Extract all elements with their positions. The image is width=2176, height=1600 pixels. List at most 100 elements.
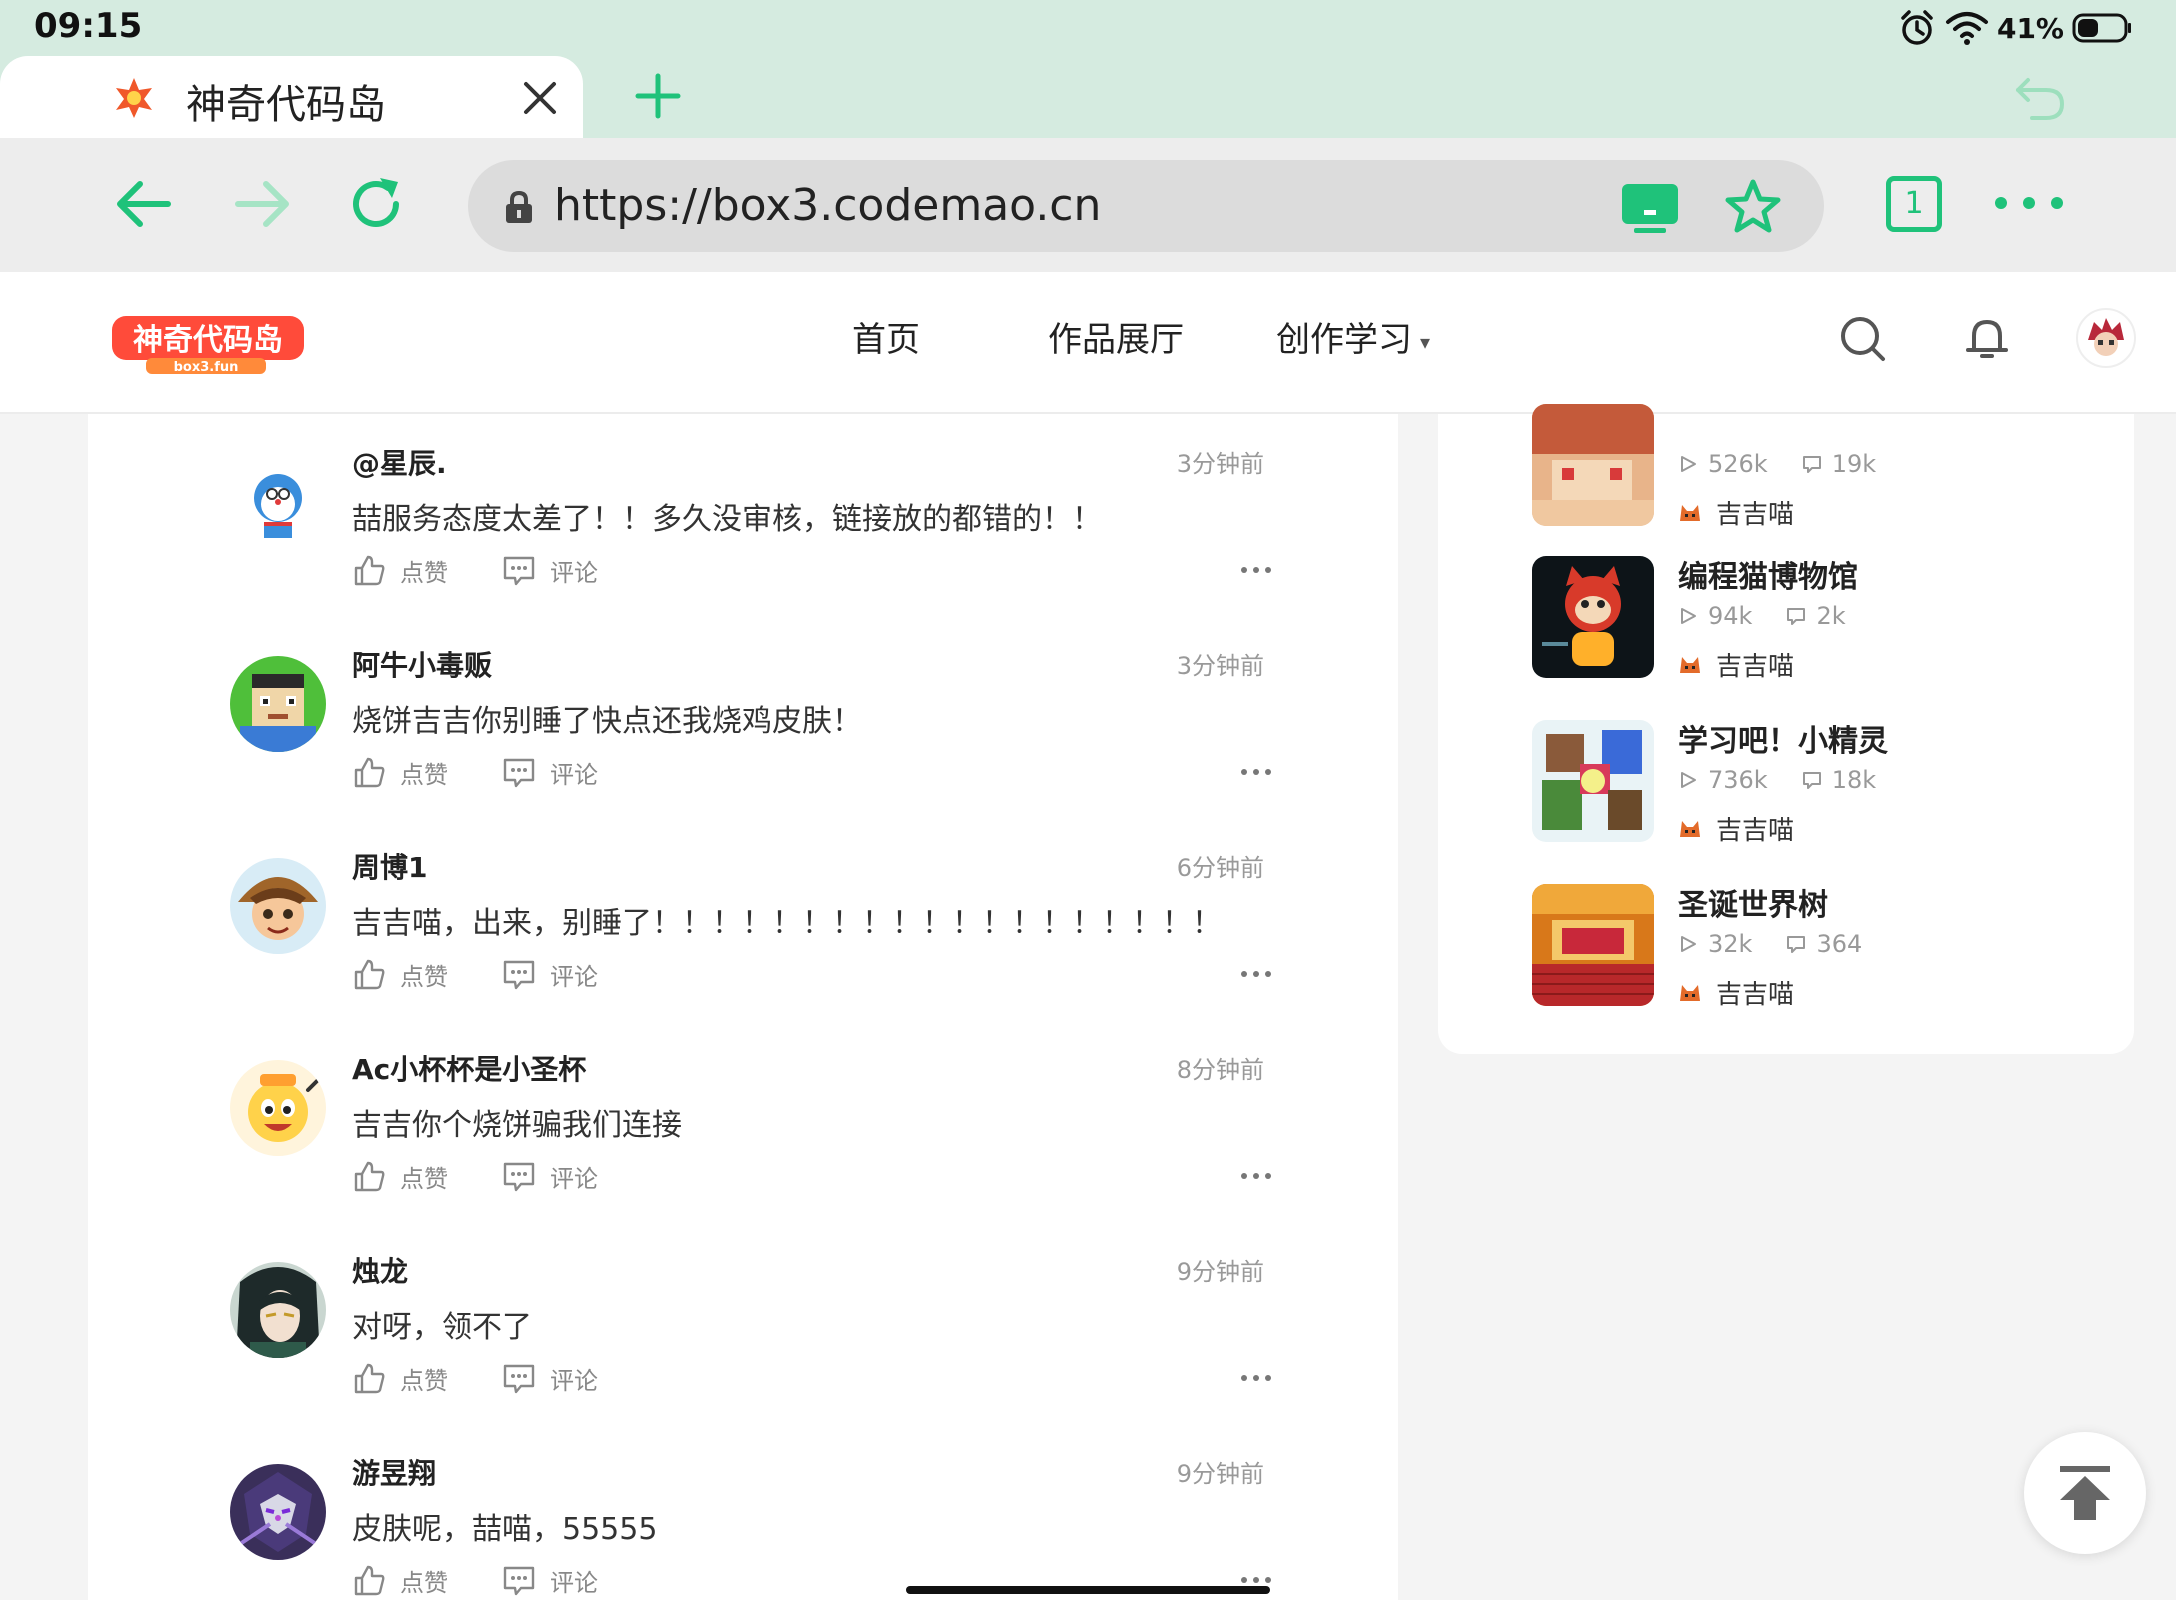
comment-author[interactable]: 烛龙 bbox=[352, 1250, 408, 1290]
nav-home[interactable]: 首页 bbox=[852, 312, 920, 361]
play-icon bbox=[1681, 936, 1696, 952]
reply-label: 评论 bbox=[550, 1568, 598, 1597]
battery-icon bbox=[2072, 13, 2131, 43]
work-title[interactable]: 圣诞世界树 bbox=[1678, 880, 1828, 924]
comment-author[interactable]: 周博1 bbox=[352, 846, 427, 886]
like-label: 点赞 bbox=[400, 962, 448, 991]
author-avatar-icon bbox=[1680, 984, 1700, 1001]
author-avatar-icon bbox=[1680, 656, 1700, 673]
forward-arrow-icon[interactable] bbox=[230, 172, 294, 236]
more-dots-icon[interactable] bbox=[1240, 1172, 1272, 1180]
work-stats: 736k 18k bbox=[1678, 766, 1876, 794]
work-author[interactable]: 吉吉喵 bbox=[1678, 494, 1794, 531]
avatar[interactable] bbox=[230, 656, 326, 752]
reply-button[interactable]: 评论 bbox=[502, 1156, 598, 1196]
like-label: 点赞 bbox=[400, 1366, 448, 1395]
reply-button[interactable]: 评论 bbox=[502, 1560, 598, 1600]
comment-text: 吉吉你个烧饼骗我们连接 bbox=[352, 1108, 682, 1143]
browser-toolbar: https://box3.codemao.cn 1 bbox=[0, 138, 2176, 272]
nav-gallery[interactable]: 作品展厅 bbox=[1048, 312, 1184, 361]
avatar-image bbox=[230, 858, 326, 954]
avatar[interactable] bbox=[230, 454, 326, 550]
nav-learn[interactable]: 创作学习 ▾ bbox=[1276, 312, 1430, 361]
home-indicator[interactable] bbox=[906, 1586, 1270, 1594]
browser-tab[interactable]: 神奇代码岛 bbox=[0, 56, 583, 138]
reply-button[interactable]: 评论 bbox=[502, 752, 598, 792]
more-dots-icon[interactable] bbox=[1240, 1576, 1272, 1584]
comment-actions: 点赞 评论 bbox=[352, 1156, 1272, 1196]
work-title[interactable]: 学习吧！小精灵 bbox=[1678, 716, 1888, 760]
comment-item: 烛龙 9分钟前 对呀，领不了 点赞 评论 bbox=[88, 1222, 1398, 1424]
reply-button[interactable]: 评论 bbox=[502, 550, 598, 590]
comment-count-icon bbox=[1787, 936, 1806, 953]
work-card[interactable]: 圣诞世界树 32k 364 吉吉喵 bbox=[1532, 884, 2092, 1011]
like-button[interactable]: 点赞 bbox=[352, 1156, 448, 1196]
comment-time: 9分钟前 bbox=[1176, 1258, 1264, 1286]
work-card[interactable]: 526k 19k 吉吉喵 bbox=[1532, 404, 2092, 531]
user-avatar-image bbox=[2088, 318, 2124, 356]
more-dots-icon[interactable] bbox=[1240, 970, 1272, 978]
comment-count: 18k bbox=[1831, 766, 1877, 794]
work-stats: 32k 364 bbox=[1678, 930, 1862, 958]
comment-text: 对呀，领不了 bbox=[352, 1310, 532, 1345]
comment-author[interactable]: 游昱翔 bbox=[352, 1452, 436, 1492]
work-author[interactable]: 吉吉喵 bbox=[1678, 810, 1794, 847]
like-button[interactable]: 点赞 bbox=[352, 1560, 448, 1600]
svg-text:神奇代码岛: 神奇代码岛 bbox=[133, 323, 283, 358]
comment-time: 3分钟前 bbox=[1176, 652, 1264, 680]
search-icon[interactable] bbox=[1838, 314, 1888, 364]
like-button[interactable]: 点赞 bbox=[352, 954, 448, 994]
user-avatar[interactable] bbox=[2076, 308, 2136, 368]
comment-item: 周博1 6分钟前 吉吉喵，出来，别睡了！！！！！！！！！！！！！！！！！！！ 点… bbox=[88, 818, 1398, 1020]
more-menu-icon[interactable] bbox=[1992, 190, 2066, 216]
avatar-image bbox=[230, 656, 326, 752]
comment-item: 阿牛小毒贩 3分钟前 烧饼吉吉你别睡了快点还我烧鸡皮肤！ 点赞 评论 bbox=[88, 616, 1398, 818]
comment-time: 3分钟前 bbox=[1176, 450, 1264, 478]
avatar[interactable] bbox=[230, 1464, 326, 1560]
work-card[interactable]: 学习吧！小精灵 736k 18k 吉吉喵 bbox=[1532, 720, 2092, 847]
comment-count-icon bbox=[1802, 772, 1821, 789]
comment-author[interactable]: @星辰. bbox=[352, 442, 447, 482]
work-title[interactable]: 编程猫博物馆 bbox=[1678, 552, 1858, 596]
comment-author[interactable]: 阿牛小毒贩 bbox=[352, 644, 492, 684]
tab-switcher-button[interactable]: 1 bbox=[1886, 176, 1942, 232]
work-author[interactable]: 吉吉喵 bbox=[1678, 646, 1794, 683]
comment-count: 19k bbox=[1831, 450, 1877, 478]
comment-count: 364 bbox=[1816, 930, 1863, 958]
comment-count: 2k bbox=[1816, 602, 1846, 630]
bell-icon[interactable] bbox=[1962, 314, 2012, 364]
like-button[interactable]: 点赞 bbox=[352, 752, 448, 792]
play-count: 94k bbox=[1708, 602, 1753, 630]
comment-author[interactable]: Ac小杯杯是小圣杯 bbox=[352, 1048, 586, 1088]
address-bar[interactable]: https://box3.codemao.cn bbox=[468, 160, 1824, 252]
avatar[interactable] bbox=[230, 858, 326, 954]
new-tab-icon[interactable] bbox=[634, 72, 682, 120]
like-button[interactable]: 点赞 bbox=[352, 1358, 448, 1398]
comment-bubble-icon bbox=[503, 758, 535, 788]
back-arrow-icon[interactable] bbox=[112, 172, 176, 236]
thumbs-up-icon bbox=[354, 1161, 385, 1192]
work-card[interactable]: 编程猫博物馆 94k 2k 吉吉喵 bbox=[1532, 556, 2092, 683]
play-count: 736k bbox=[1708, 766, 1768, 794]
work-author[interactable]: 吉吉喵 bbox=[1678, 974, 1794, 1011]
more-dots-icon[interactable] bbox=[1240, 768, 1272, 776]
site-logo[interactable]: 神奇代码岛 box3.fun bbox=[110, 310, 306, 378]
video-cast-icon[interactable] bbox=[1620, 182, 1680, 234]
reply-button[interactable]: 评论 bbox=[502, 954, 598, 994]
refresh-icon[interactable] bbox=[344, 172, 408, 236]
like-button[interactable]: 点赞 bbox=[352, 550, 448, 590]
avatar[interactable] bbox=[230, 1060, 326, 1156]
more-dots-icon[interactable] bbox=[1240, 1374, 1272, 1382]
work-thumbnail bbox=[1532, 720, 1654, 842]
avatar[interactable] bbox=[230, 1262, 326, 1358]
close-icon[interactable] bbox=[518, 76, 562, 120]
bookmark-star-icon[interactable] bbox=[1724, 178, 1782, 236]
tab-strip: 神奇代码岛 bbox=[0, 56, 2176, 138]
reply-button[interactable]: 评论 bbox=[502, 1358, 598, 1398]
author-name: 吉吉喵 bbox=[1716, 500, 1795, 530]
back-to-top-button[interactable] bbox=[2024, 1432, 2146, 1554]
undo-icon[interactable] bbox=[2012, 72, 2070, 124]
url-text[interactable]: https://box3.codemao.cn bbox=[554, 180, 1101, 231]
thumbs-up-icon bbox=[354, 1363, 385, 1394]
more-dots-icon[interactable] bbox=[1240, 566, 1272, 574]
